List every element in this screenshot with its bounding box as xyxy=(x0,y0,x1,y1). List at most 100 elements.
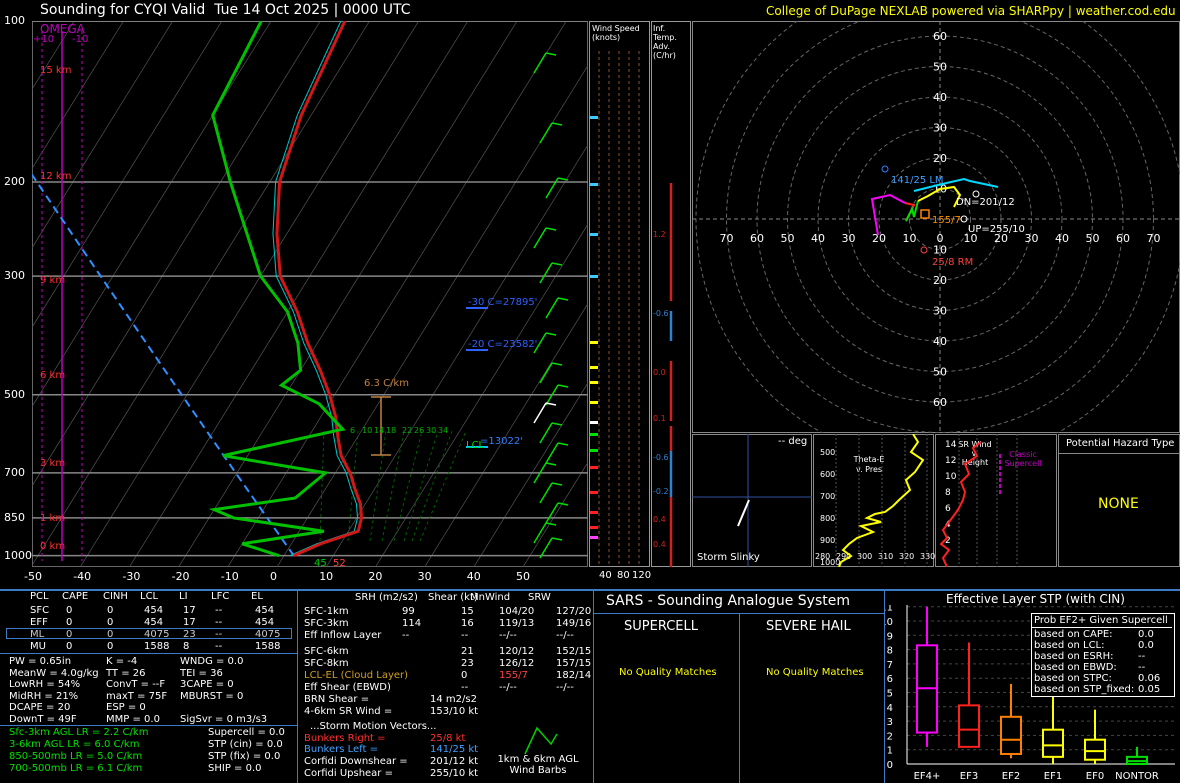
bunkers-right-label: Bunkers Right = xyxy=(304,733,386,744)
temp-tick: 0 xyxy=(270,570,277,583)
parcel-cell: 17 xyxy=(183,617,196,628)
wind-barb xyxy=(539,422,563,444)
wind-barb xyxy=(533,462,557,484)
stp-y-tick: 0 xyxy=(887,760,893,771)
corfidi-down-label: Corfidi Downshear = xyxy=(304,756,408,767)
stp-box-value: -- xyxy=(1138,651,1146,662)
lapse-rate-value: Sfc-3km AGL LR = 2.2 C/km xyxy=(9,727,149,738)
kin-cell: 120/12 xyxy=(499,646,535,657)
wind-barb xyxy=(533,227,557,249)
hodo-label: UP=255/10 xyxy=(968,224,1025,235)
isotherm xyxy=(129,21,469,567)
sars-supercell-heading: SUPERCELL xyxy=(624,619,698,634)
parcel-header: LCL xyxy=(140,591,159,602)
omega-tick-plus: +10 xyxy=(33,34,55,45)
stp-box-label: based on CAPE: xyxy=(1034,629,1113,640)
kin-cell: 99 xyxy=(402,606,415,617)
stp-category-label: EF1 xyxy=(1044,771,1062,782)
isotherm xyxy=(32,21,124,170)
parcel-header: LFC xyxy=(211,591,230,602)
stp-title: Effective Layer STP (with CIN) xyxy=(946,592,1125,606)
parcel-header: CAPE xyxy=(62,591,89,602)
wind-barb xyxy=(545,177,569,199)
height-tick: 9 km xyxy=(40,275,66,286)
stp-y-tick: 6 xyxy=(887,674,893,685)
height-tick: 0 km xyxy=(40,541,66,552)
hodo-x-tick: 70 xyxy=(720,232,734,245)
index-value: maxT = 75F xyxy=(106,690,168,702)
hodo-x-tick: 20 xyxy=(872,232,886,245)
parcel-cell: 0 xyxy=(107,641,114,652)
sars-hail-heading: SEVERE HAIL xyxy=(766,619,851,634)
index-value: TT = 26 xyxy=(106,667,146,679)
wind-barb xyxy=(533,332,557,354)
index-value: 3CAPE = 0 xyxy=(180,679,234,690)
hodo-x-tick: 40 xyxy=(811,232,825,245)
bunkers-left-label: Bunkers Left = xyxy=(304,744,378,755)
stp-y-tick: 9 xyxy=(887,631,893,642)
parcel-cell: 454 xyxy=(255,617,275,628)
parcel-cell: 17 xyxy=(183,605,196,616)
kin-row-label: SFC-6km xyxy=(304,646,349,657)
parcel-cell: -- xyxy=(215,641,223,652)
stp-y-tick: 1 xyxy=(887,746,893,757)
kin-cell: 155/7 xyxy=(499,670,528,681)
wind-barb xyxy=(533,522,557,544)
parcel-header: LI xyxy=(179,591,188,602)
parcel-cell: SFC xyxy=(30,605,50,616)
kin-row-label: SFC-1km xyxy=(304,606,349,617)
isotherm xyxy=(227,21,567,567)
temp-adv-value: 0.0 xyxy=(653,368,666,377)
isotherm xyxy=(32,21,223,328)
parcel-header: EL xyxy=(251,591,263,602)
wind-speed-bar xyxy=(590,526,598,529)
stp-y-tick: 5 xyxy=(887,689,893,700)
page-title: Sounding for CYQI Valid Tue 14 Oct 2025 … xyxy=(40,2,411,18)
temp-tick: 30 xyxy=(417,570,432,583)
stp-y-tick: 8 xyxy=(887,646,893,657)
wind-barb xyxy=(539,537,563,559)
temp-tick: 50 xyxy=(516,570,530,583)
storm-vectors-heading: ...Storm Motion Vectors... xyxy=(310,721,437,732)
index-value: MidRH = 21% xyxy=(9,690,79,702)
temp-adv-value: -0.6 xyxy=(653,453,669,462)
temp-tick: -50 xyxy=(24,570,42,583)
mixing-ratio-tick: 10 xyxy=(362,426,373,435)
parcel-selected-row[interactable] xyxy=(6,628,292,639)
pressure-tick: 200 xyxy=(4,174,25,188)
hodo-x-tick: 50 xyxy=(1086,232,1100,245)
mean-wind-marker xyxy=(920,209,930,219)
sr46-value: 153/10 kt xyxy=(430,706,479,717)
parcel-trace xyxy=(32,172,295,557)
sr46-label: 4-6km SR Wind = xyxy=(304,706,393,717)
wind-speed-bar xyxy=(590,449,598,452)
kin-row-label: Eff Shear (EBWD) xyxy=(304,682,391,693)
hodo-x-tick: 10 xyxy=(903,232,917,245)
kin-row-label: Eff Inflow Layer xyxy=(304,630,382,641)
hodo-x-tick: 70 xyxy=(1147,232,1161,245)
skewt-chart xyxy=(32,21,588,567)
parcel-cell: 1588 xyxy=(255,641,281,652)
sars-supercell-result: No Quality Matches xyxy=(619,667,717,678)
hodograph-chart: 70 60 50 40 30 20 10 0 10 20 30 40 50 60 7060504030201… xyxy=(692,21,1180,433)
index-value: MMP = 0.0 xyxy=(106,713,160,725)
kin-cell: --/-- xyxy=(499,682,517,693)
parcel-cell: 1588 xyxy=(144,641,170,652)
kin-cell: -- xyxy=(461,630,469,641)
parcel-cell: -- xyxy=(215,605,223,616)
hodo-x-tick: 40 xyxy=(1055,232,1069,245)
mixing-ratio-tick: 6 xyxy=(350,426,356,435)
isotherm xyxy=(79,21,420,567)
wind-speed-bar xyxy=(590,433,598,436)
sars-hail-result: No Quality Matches xyxy=(766,667,864,678)
kin-header: MnWind xyxy=(470,592,511,603)
index-value: PW = 0.65in xyxy=(9,656,72,667)
sfc-dewpoint-readout: 45 xyxy=(314,558,327,569)
stp-y-tick: 4 xyxy=(887,703,893,714)
stp-category-label: NONTOR xyxy=(1115,771,1159,782)
wind-speed-tick-40: 40 xyxy=(599,570,612,581)
hodo-label: DN=201/12 xyxy=(956,197,1015,208)
credit-line[interactable]: College of DuPage NEXLAB powered via SHA… xyxy=(766,4,1176,18)
height-tick: 15 km xyxy=(40,65,72,76)
isotherm xyxy=(32,21,75,90)
